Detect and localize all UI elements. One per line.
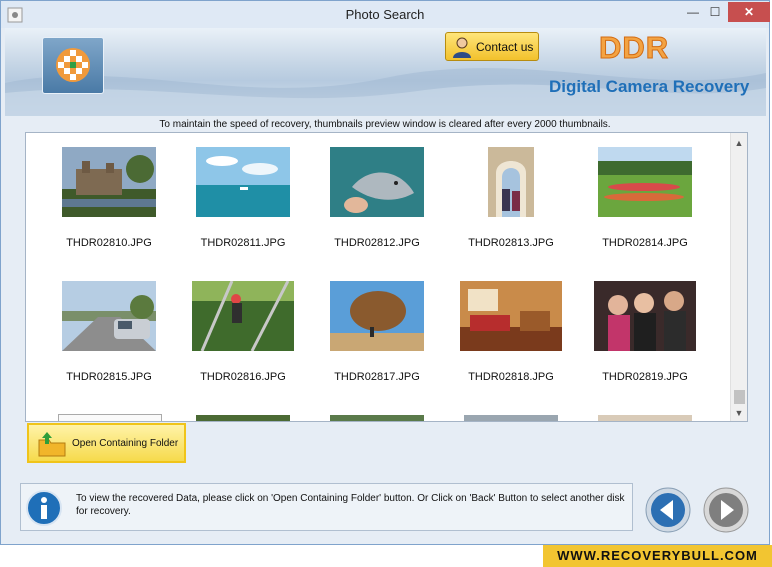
- app-window: Photo Search — ☐ ✕ Contact us DDR Digita…: [0, 0, 770, 545]
- info-message: To view the recovered Data, please click…: [76, 493, 625, 517]
- gallery-scrollbar[interactable]: ▲ ▼: [730, 133, 747, 421]
- brand-logo-text: DDR: [598, 30, 670, 66]
- thumbnail-filename: THDR02817.JPG: [334, 371, 420, 383]
- info-icon: [26, 490, 62, 526]
- scroll-up-arrow-icon[interactable]: ▲: [731, 135, 747, 151]
- folder-open-icon: [38, 432, 66, 457]
- dolphin-photo-icon: [330, 147, 424, 217]
- castle-photo-icon: [62, 147, 156, 217]
- person-icon: [453, 37, 471, 58]
- thumbnail-partial: [598, 415, 692, 421]
- road-car-photo-icon: [62, 281, 156, 351]
- app-logo: [42, 37, 104, 94]
- thumbnail-filename: THDR02818.JPG: [468, 371, 554, 383]
- scroll-down-arrow-icon[interactable]: ▼: [731, 405, 747, 421]
- thumbnail-partial: [330, 415, 424, 421]
- thumbnail-filename: THDR02811.JPG: [200, 237, 286, 249]
- window-title: Photo Search: [345, 7, 425, 22]
- header-banner: Contact us DDR Digital Camera Recovery: [5, 28, 766, 116]
- garden-photo-icon: [598, 147, 692, 217]
- website-banner: WWW.RECOVERYBULL.COM: [543, 545, 772, 567]
- logo-icon: [56, 48, 90, 82]
- title-bar: Photo Search — ☐ ✕: [1, 1, 770, 28]
- minimize-button[interactable]: —: [684, 2, 702, 22]
- thumbnail-filename: THDR02812.JPG: [334, 237, 420, 249]
- next-button[interactable]: [702, 486, 750, 534]
- contact-us-label: Contact us: [476, 40, 534, 54]
- product-name: Digital Camera Recovery: [549, 77, 750, 96]
- open-containing-folder-button[interactable]: Open Containing Folder: [27, 423, 186, 463]
- info-bar: To view the recovered Data, please click…: [20, 483, 633, 531]
- thumbnail-partial: [58, 414, 162, 421]
- thumbnail-partial: [196, 415, 290, 421]
- close-button[interactable]: ✕: [728, 2, 770, 22]
- thumbnail-gallery: THDR02810.JPG THDR02811.JPG THDR02812.JP…: [25, 132, 748, 422]
- contact-us-button[interactable]: Contact us: [445, 32, 539, 61]
- people-photo-icon: [594, 281, 696, 351]
- thumbnail-partial: [464, 415, 558, 421]
- scroll-thumb[interactable]: [734, 390, 745, 404]
- thumbnail-filename: THDR02816.JPG: [200, 371, 286, 383]
- open-folder-label: Open Containing Folder: [72, 438, 179, 449]
- back-button[interactable]: [644, 486, 692, 534]
- thumbnail-filename: THDR02814.JPG: [602, 237, 688, 249]
- maximize-button[interactable]: ☐: [706, 2, 724, 22]
- boulder-photo-icon: [330, 281, 424, 351]
- thumbnail-filename: THDR02819.JPG: [602, 371, 688, 383]
- mosque-photo-icon: [488, 147, 534, 217]
- notice-text: To maintain the speed of recovery, thumb…: [159, 119, 611, 130]
- thumbnail-filename: THDR02815.JPG: [66, 371, 152, 383]
- thumbnail-filename: THDR02810.JPG: [66, 237, 152, 249]
- sea-photo-icon: [196, 147, 290, 217]
- thumbnail-filename: THDR02813.JPG: [468, 237, 554, 249]
- hotel-room-photo-icon: [460, 281, 562, 351]
- climber-photo-icon: [192, 281, 294, 351]
